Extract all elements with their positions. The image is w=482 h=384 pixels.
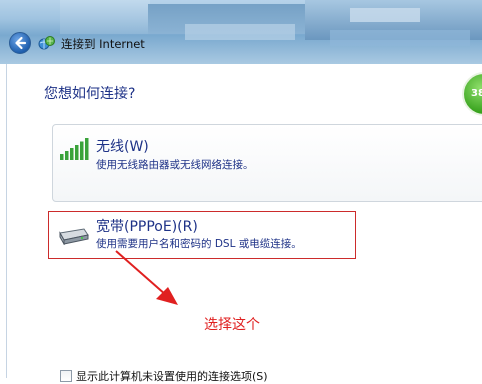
checkbox-label: 显示此计算机未设置使用的连接选项(S)	[76, 370, 268, 383]
annotation-label: 选择这个	[204, 317, 260, 333]
background-window-blur	[185, 24, 295, 40]
network-globe-icon	[38, 36, 55, 50]
background-window-blur	[350, 8, 420, 22]
wifi-signal-icon	[60, 138, 89, 160]
background-window-blur	[330, 30, 470, 46]
window-title: 连接到 Internet	[61, 37, 145, 51]
annotation-arrow-icon	[115, 250, 178, 305]
background-window-blur	[60, 0, 150, 34]
broadband-option-title: 宽带(PPPoE)(R)	[96, 219, 198, 235]
page-heading: 您想如何连接?	[44, 86, 136, 102]
broadband-pppoe-option[interactable]	[48, 211, 356, 259]
show-unconfigured-options-checkbox[interactable]	[60, 370, 72, 382]
back-arrow-icon	[15, 36, 27, 50]
title-bar: 连接到 Internet	[0, 0, 482, 64]
wireless-option-title: 无线(W)	[96, 139, 149, 155]
wireless-option-description: 使用无线路由器或无线网络连接。	[96, 159, 254, 171]
modem-icon	[59, 228, 89, 245]
back-button[interactable]	[9, 32, 31, 54]
